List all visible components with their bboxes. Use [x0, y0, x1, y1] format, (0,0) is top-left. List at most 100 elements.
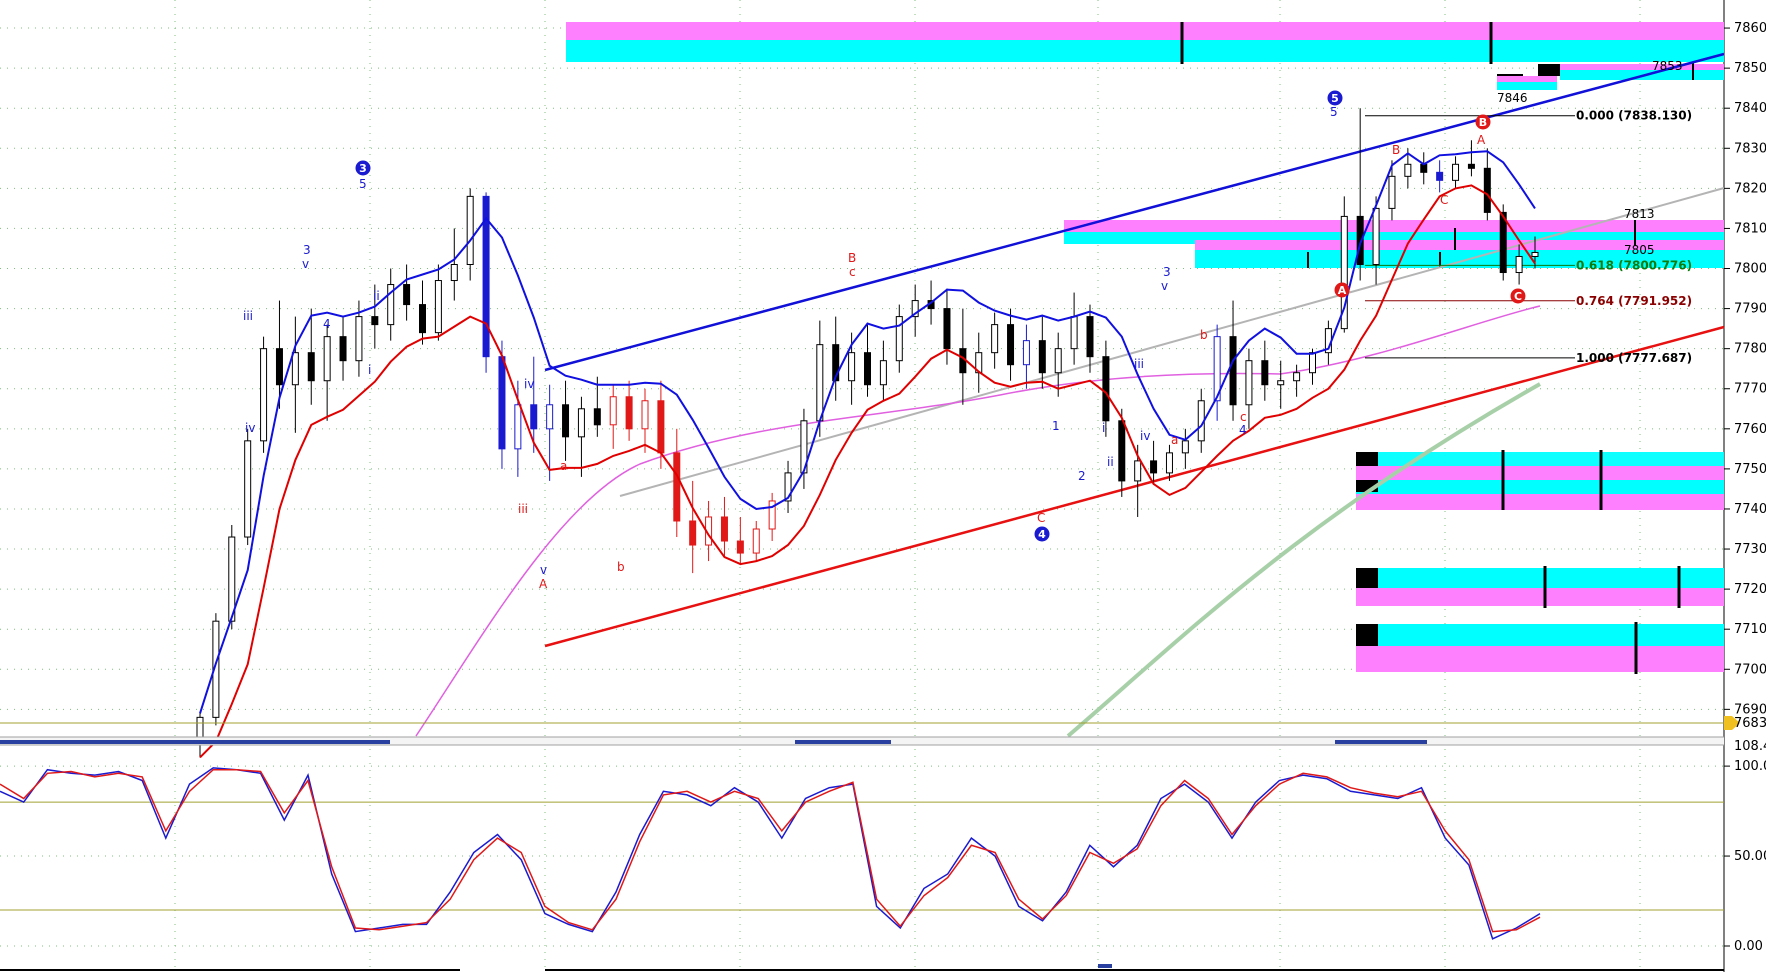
wave-label: ii	[373, 289, 380, 303]
candle-body[interactable]	[562, 404, 570, 438]
candle-body[interactable]	[625, 396, 633, 430]
candle-body[interactable]	[514, 404, 522, 450]
candle-body[interactable]	[546, 404, 554, 430]
candle-body[interactable]	[1420, 163, 1428, 173]
candle-body[interactable]	[689, 520, 697, 546]
candle-body[interactable]	[434, 280, 442, 334]
candle-body[interactable]	[736, 540, 744, 554]
osc-tick-label: 0.00	[1734, 939, 1763, 954]
wave-label: iii	[243, 309, 253, 323]
candle-body[interactable]	[371, 316, 379, 326]
scroll-thumb-2[interactable]	[795, 740, 891, 744]
candle-body[interactable]	[943, 308, 951, 350]
candle-body[interactable]	[1436, 171, 1444, 181]
wave-label: ii	[1107, 455, 1114, 469]
wave-label: 4	[1239, 423, 1247, 437]
candle-body[interactable]	[466, 195, 474, 266]
candle-body[interactable]	[1277, 380, 1285, 386]
price-tick-label: 7700.0	[1734, 662, 1766, 677]
candle-body[interactable]	[879, 360, 887, 386]
panel-separator[interactable]	[0, 736, 1724, 746]
candle-body[interactable]	[450, 264, 458, 282]
candle-body[interactable]	[641, 400, 649, 430]
candle-body[interactable]	[1483, 167, 1491, 213]
price-tick-label: 7820.0	[1734, 181, 1766, 196]
candle-body[interactable]	[1118, 420, 1126, 482]
candle-body[interactable]	[1531, 251, 1539, 257]
candle-body[interactable]	[593, 408, 601, 426]
candle-body[interactable]	[864, 352, 871, 386]
candle-body[interactable]	[1467, 163, 1475, 169]
fib-label: 0.000 (7838.130)	[1576, 109, 1692, 123]
candle-body[interactable]	[196, 716, 204, 738]
zone-7720-cyan	[1356, 568, 1724, 588]
candle-body[interactable]	[1038, 340, 1046, 374]
candle-body[interactable]	[1404, 163, 1412, 177]
candle-body[interactable]	[720, 516, 728, 542]
zone-7846-cyan	[1497, 82, 1557, 90]
candle-body[interactable]	[260, 348, 268, 442]
wave-label: 2	[1078, 469, 1086, 483]
candle-body[interactable]	[848, 352, 856, 382]
wave-label: iv	[1140, 429, 1150, 443]
wave-marker-C-label: C	[1514, 290, 1522, 303]
candle-body[interactable]	[816, 344, 824, 422]
candle-body[interactable]	[1181, 440, 1189, 454]
candle-body[interactable]	[498, 356, 506, 450]
wave-label: iv	[524, 377, 534, 391]
candle-body[interactable]	[1372, 207, 1380, 266]
candle-body[interactable]	[355, 316, 363, 362]
candle-body[interactable]	[657, 400, 665, 454]
candle-body[interactable]	[307, 352, 315, 382]
candle-body[interactable]	[1452, 163, 1460, 181]
wave-label: 5	[359, 177, 367, 191]
candle-body[interactable]	[1070, 316, 1078, 350]
candle-body[interactable]	[419, 304, 426, 334]
wave-label: iii	[1134, 357, 1144, 371]
price-tick-label: 7710.0	[1734, 622, 1766, 637]
candle-body[interactable]	[1309, 352, 1316, 374]
candle-body[interactable]	[1134, 460, 1142, 482]
candle-body[interactable]	[530, 404, 538, 430]
elliott-wave-chart[interactable]: 0.000 (7838.130) 0.618 (7800.776) 0.764 (7…	[0, 0, 1766, 972]
candle-body[interactable]	[609, 396, 617, 426]
candle-body[interactable]	[1229, 336, 1237, 406]
candle-body[interactable]	[275, 348, 283, 386]
candle-body[interactable]	[339, 336, 347, 362]
candle-body[interactable]	[1165, 452, 1173, 474]
candle-body[interactable]	[1022, 340, 1030, 366]
scroll-thumb-1[interactable]	[0, 740, 390, 744]
candle-body[interactable]	[1007, 324, 1015, 366]
wave-label: B	[1392, 143, 1400, 157]
candle-body[interactable]	[1499, 211, 1507, 274]
wave-marker-4-label: 4	[1038, 528, 1046, 541]
zone-7742-cyan	[1356, 480, 1724, 494]
candle-body[interactable]	[323, 336, 331, 382]
scroll-thumb-3[interactable]	[1335, 740, 1427, 744]
level-label-7805: 7805	[1624, 243, 1655, 257]
wave-label: iii	[518, 502, 528, 516]
bottom-scroll-marker[interactable]	[1098, 964, 1112, 968]
candle-body[interactable]	[403, 284, 411, 306]
candle-body[interactable]	[577, 408, 585, 438]
candle-body[interactable]	[291, 352, 299, 386]
wave-label: 5	[1330, 105, 1338, 119]
candle-body[interactable]	[991, 324, 999, 354]
candle-body[interactable]	[1261, 360, 1269, 386]
wave-label: A	[1477, 133, 1486, 147]
candle-body[interactable]	[752, 528, 760, 554]
candle-body[interactable]	[1293, 372, 1301, 382]
candle-body[interactable]	[244, 440, 252, 538]
candle-body[interactable]	[1102, 356, 1110, 422]
zone-top-cyan	[566, 40, 1724, 62]
price-tick-label: 7800.0	[1734, 262, 1766, 277]
candle-body[interactable]	[1245, 360, 1253, 406]
fib-label: 0.618 (7800.776)	[1576, 258, 1692, 272]
candle-body[interactable]	[1086, 316, 1094, 358]
candle-body[interactable]	[673, 452, 681, 522]
price-tick-label: 7750.0	[1734, 462, 1766, 477]
candle-body[interactable]	[1515, 255, 1523, 274]
candle-body[interactable]	[1150, 460, 1158, 474]
candle-body[interactable]	[1054, 348, 1062, 374]
candle-body[interactable]	[1388, 175, 1396, 209]
